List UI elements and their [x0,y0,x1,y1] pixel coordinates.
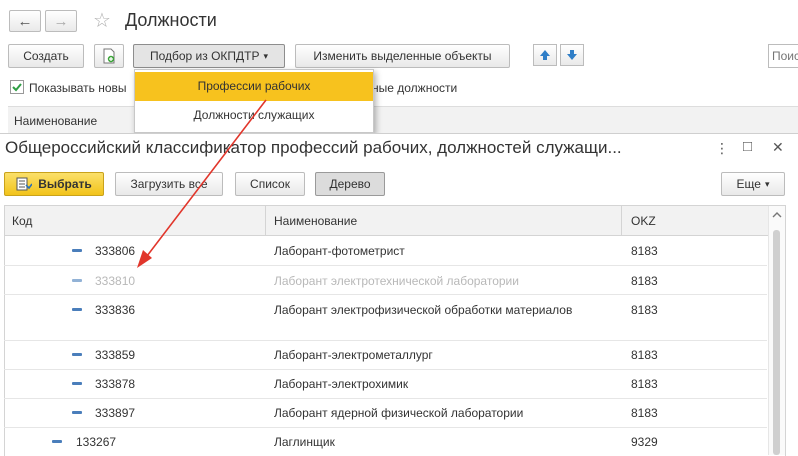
table-row[interactable]: 333859 Лаборант-электрометаллург 8183 [4,341,767,370]
edit-selected-label: Изменить выделенные объекты [313,49,492,63]
grid-header-divider [265,206,266,235]
row-okz: 8183 [631,348,658,362]
tree-leaf-icon [72,411,82,414]
create-button[interactable]: Создать [8,44,84,68]
list-view-button[interactable]: Список [235,172,305,196]
dropdown-item-employee-positions[interactable]: Должности служащих [135,101,373,130]
okpdtr-dropdown-menu: Профессии рабочих Должности служащих [134,69,374,133]
table-row[interactable]: 333897 Лаборант ядерной физической лабор… [4,399,767,428]
more-button-label: Еще [736,177,761,191]
tree-leaf-icon [52,440,62,443]
column-header-name[interactable]: Наименование [274,214,357,228]
row-okz: 8183 [631,274,658,288]
show-new-checkbox[interactable] [10,80,24,94]
row-okz: 8183 [631,406,658,420]
row-name: Лаборант-электрохимик [274,377,409,391]
scrollbar-thumb[interactable] [773,230,780,455]
show-new-label: Показывать новы [29,81,127,95]
row-name: Лаборант электротехнической лаборатории [274,274,519,288]
column-header-okz[interactable]: OKZ [631,214,656,228]
tree-leaf-icon [72,308,82,311]
row-code: 133267 [76,435,117,449]
move-down-button[interactable] [560,44,584,66]
table-row[interactable]: 333810 Лаборант электротехнической лабор… [4,266,767,295]
column-header-code[interactable]: Код [12,214,32,228]
tree-leaf-icon [72,249,82,252]
copy-button[interactable] [94,44,124,68]
tree-view-label: Дерево [329,177,371,191]
favorite-star-icon[interactable]: ☆ [93,8,111,33]
arrow-down-icon [567,50,577,60]
search-input[interactable] [768,44,798,68]
select-button[interactable]: Выбрать [4,172,104,196]
dropdown-item-label: Должности служащих [193,108,315,122]
table-row[interactable]: 333806 Лаборант-фотометрист 8183 [4,236,767,266]
grid-header-divider [621,206,622,235]
row-code: 333836 [95,303,136,317]
row-name: Лаглинщик [274,435,335,449]
select-list-icon [16,177,33,191]
tree-leaf-icon [72,382,82,385]
okpdtr-select-label: Подбор из ОКПДТР [149,49,260,63]
row-code: 333806 [95,244,136,258]
more-vertical-icon[interactable]: ⋮ [715,140,729,157]
row-okz: 8183 [631,377,658,391]
dialog-title: Общероссийский классификатор профессий р… [5,138,622,157]
chevron-down-icon: ▾ [263,50,269,61]
tree-leaf-icon [72,279,82,282]
forward-button[interactable]: → [45,10,77,32]
maximize-icon[interactable]: □ [743,138,752,155]
load-all-label: Загрузить все [130,177,208,191]
dropdown-item-worker-professions[interactable]: Профессии рабочих [135,72,373,101]
close-icon[interactable]: ✕ [772,139,784,156]
arrow-up-icon [540,50,550,60]
move-up-button[interactable] [533,44,557,66]
show-new-tail-label: ные должности [372,81,458,95]
row-code: 333810 [95,274,136,288]
row-code: 333859 [95,348,136,362]
table-row[interactable]: 333878 Лаборант-электрохимик 8183 [4,370,767,399]
row-name: Лаборант ядерной физической лаборатории [274,406,524,420]
list-header-name: Наименование [14,114,98,128]
dropdown-item-label: Профессии рабочих [197,79,311,93]
chevron-down-icon: ▾ [764,178,770,189]
more-button[interactable]: Еще ▾ [721,172,785,196]
load-all-button[interactable]: Загрузить все [115,172,223,196]
row-okz: 8183 [631,303,658,317]
back-arrow-icon: ← [17,12,33,30]
select-button-label: Выбрать [38,177,92,191]
row-code: 333878 [95,377,136,391]
copy-document-icon [103,48,115,64]
row-okz: 8183 [631,244,658,258]
tree-view-button[interactable]: Дерево [315,172,385,196]
table-row[interactable]: 133267 Лаглинщик 9329 [4,428,767,455]
okpdtr-select-button[interactable]: Подбор из ОКПДТР ▾ [133,44,285,68]
row-code: 333897 [95,406,136,420]
list-header [8,106,798,134]
row-name: Лаборант-фотометрист [274,244,405,258]
create-button-label: Создать [23,49,69,63]
forward-arrow-icon: → [53,12,69,30]
row-name: Лаборант электрофизической обработки мат… [274,303,573,317]
grid-scrollbar[interactable] [768,206,785,455]
tree-leaf-icon [72,353,82,356]
scroll-up-icon[interactable] [769,208,785,222]
row-name: Лаборант-электрометаллург [274,348,433,362]
edit-selected-button[interactable]: Изменить выделенные объекты [295,44,510,68]
list-view-label: Список [250,177,290,191]
row-okz: 9329 [631,435,658,449]
table-row[interactable]: 333836 Лаборант электрофизической обрабо… [4,295,767,341]
page-title: Должности [125,10,217,30]
back-button[interactable]: ← [9,10,41,32]
